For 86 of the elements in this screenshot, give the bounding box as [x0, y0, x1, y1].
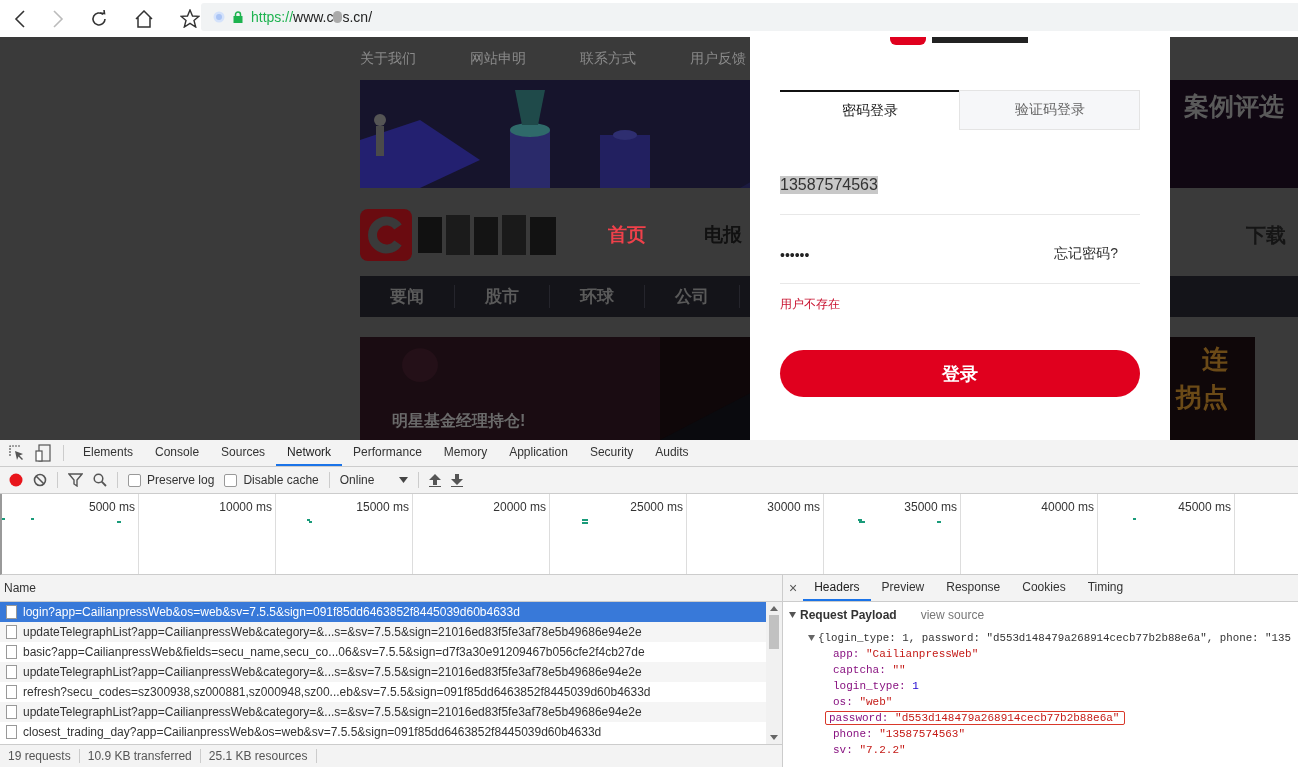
phone-field[interactable]: 13587574563 — [780, 160, 1140, 215]
banner-caption: 明星基金经理持仓! — [392, 411, 526, 431]
payload-property: app: "CailianpressWeb" — [832, 647, 980, 661]
timeline-tick: 30000 ms — [767, 500, 820, 514]
request-row[interactable]: updateTelegraphList?app=CailianpressWeb&category=&...s=&sv=7.5.5&sign=21016ed83f5fe3af78e5b49686e94e2e — [0, 622, 766, 642]
request-row[interactable]: updateTelegraphList?app=CailianpressWeb&category=&...s=&sv=7.5.5&sign=21016ed83f5fe3af78e5b49686e94e2e — [0, 702, 766, 722]
banner-headline: 连 — [1202, 343, 1228, 375]
caret-icon — [398, 477, 408, 483]
scrollbar-thumb[interactable] — [769, 615, 779, 649]
reload-icon[interactable] — [90, 9, 108, 28]
clear-icon[interactable] — [33, 473, 47, 487]
error-message: 用户不存在 — [780, 296, 840, 313]
lock-icon — [233, 10, 243, 23]
request-row[interactable]: updateTelegraphList?app=CailianpressWeb&category=&...s=&sv=7.5.5&sign=21016ed83f5fe3af78e5b49686e94e2e — [0, 662, 766, 682]
timeline-tick: 10000 ms — [219, 500, 272, 514]
timeline-tick: 45000 ms — [1178, 500, 1231, 514]
logo-icon — [360, 209, 412, 261]
detail-tab[interactable]: Timing — [1076, 575, 1135, 601]
file-icon — [6, 625, 17, 639]
file-icon — [6, 665, 17, 679]
timeline-tick: 15000 ms — [356, 500, 409, 514]
banner-caption: 案例评选 — [1184, 91, 1284, 122]
devtools-tab[interactable]: Sources — [210, 440, 277, 466]
payload-summary: {login_type: 1, password: "d553d148479a268914cecb77b2b88e6a", phone: "135 — [818, 631, 1291, 644]
detail-tab[interactable]: Headers — [803, 575, 871, 601]
detail-tab[interactable]: Response — [935, 575, 1012, 601]
throttle-dropdown[interactable]: Online — [339, 473, 408, 487]
checkbox-label: Preserve log — [147, 473, 215, 487]
status-text: 19 requests — [0, 749, 80, 763]
payload-property: login_type: 1 — [832, 679, 920, 693]
timeline-tick: 35000 ms — [904, 500, 957, 514]
checkbox[interactable] — [128, 473, 141, 487]
timeline-tick: 5000 ms — [88, 500, 135, 514]
file-icon — [6, 685, 17, 699]
timeline-tick: 25000 ms — [630, 500, 683, 514]
record-icon[interactable] — [9, 473, 23, 487]
payload-property: os: "web" — [832, 695, 894, 709]
scrollbar[interactable] — [766, 602, 782, 744]
inspect-icon[interactable] — [9, 445, 25, 461]
scroll-down-icon[interactable] — [770, 735, 778, 740]
column-header[interactable]: Name — [4, 581, 36, 595]
close-button[interactable]: × — [789, 580, 798, 596]
device-icon[interactable] — [35, 444, 51, 462]
devtools-tab[interactable]: Application — [498, 440, 579, 466]
search-icon[interactable] — [93, 473, 107, 487]
view-source-link[interactable]: view source — [920, 607, 985, 622]
checkbox[interactable] — [224, 473, 238, 487]
payload-property: sv: "7.2.2" — [832, 743, 907, 757]
detail-tab[interactable]: Preview — [870, 575, 936, 601]
payload-property: captcha: "" — [832, 663, 907, 677]
upload-icon[interactable] — [428, 473, 441, 487]
scroll-up-icon[interactable] — [770, 606, 778, 611]
devtools-tab[interactable]: Audits — [644, 440, 700, 466]
back-icon[interactable] — [14, 9, 26, 28]
file-icon — [6, 705, 17, 719]
url-text: https://www.c s.cn/ — [251, 8, 373, 25]
login-tab[interactable]: 验证码登录 — [959, 90, 1140, 130]
payload-property: phone: "13587574563" — [832, 727, 967, 741]
devtools-tab[interactable]: Memory — [432, 440, 499, 466]
request-row[interactable]: login?app=CailianpressWeb&os=web&sv=7.5.5&sign=091f85dd6463852f8445039d60b4633d — [0, 602, 766, 622]
status-text: 25.1 KB resources — [200, 749, 317, 763]
timeline-tick: 40000 ms — [1041, 500, 1094, 514]
filter-icon[interactable] — [68, 473, 83, 487]
section-title: Request Payload — [800, 607, 897, 622]
home-icon[interactable] — [134, 9, 154, 28]
address-field[interactable]: https://www.c s.cn/ — [201, 2, 1298, 31]
payload-property: password: "d553d148479a268914cecb77b2b88e6a" — [825, 711, 1126, 725]
expanded-triangle-icon[interactable] — [789, 611, 796, 618]
devtools-tab[interactable]: Security — [578, 440, 645, 466]
forgot-password-link[interactable]: 忘记密码? — [1054, 245, 1118, 263]
password-field[interactable]: •••••• — [780, 247, 810, 263]
devtools-tab[interactable]: Elements — [72, 440, 145, 466]
devtools-tab[interactable]: Performance — [342, 440, 433, 466]
file-icon — [6, 725, 17, 739]
detail-tab[interactable]: Cookies — [1011, 575, 1077, 601]
download-icon[interactable] — [450, 473, 463, 487]
expanded-triangle-icon[interactable] — [808, 634, 815, 641]
star-icon[interactable] — [180, 9, 200, 28]
checkbox-label: Disable cache — [243, 473, 319, 487]
file-icon — [6, 605, 17, 619]
file-icon — [6, 645, 17, 659]
devtools-tab[interactable]: Console — [144, 440, 211, 466]
banner-headline: 拐点 — [1176, 381, 1228, 413]
login-button[interactable]: 登录 — [780, 350, 1140, 397]
timeline-tick: 20000 ms — [493, 500, 546, 514]
status-text: 10.9 KB transferred — [79, 749, 201, 763]
